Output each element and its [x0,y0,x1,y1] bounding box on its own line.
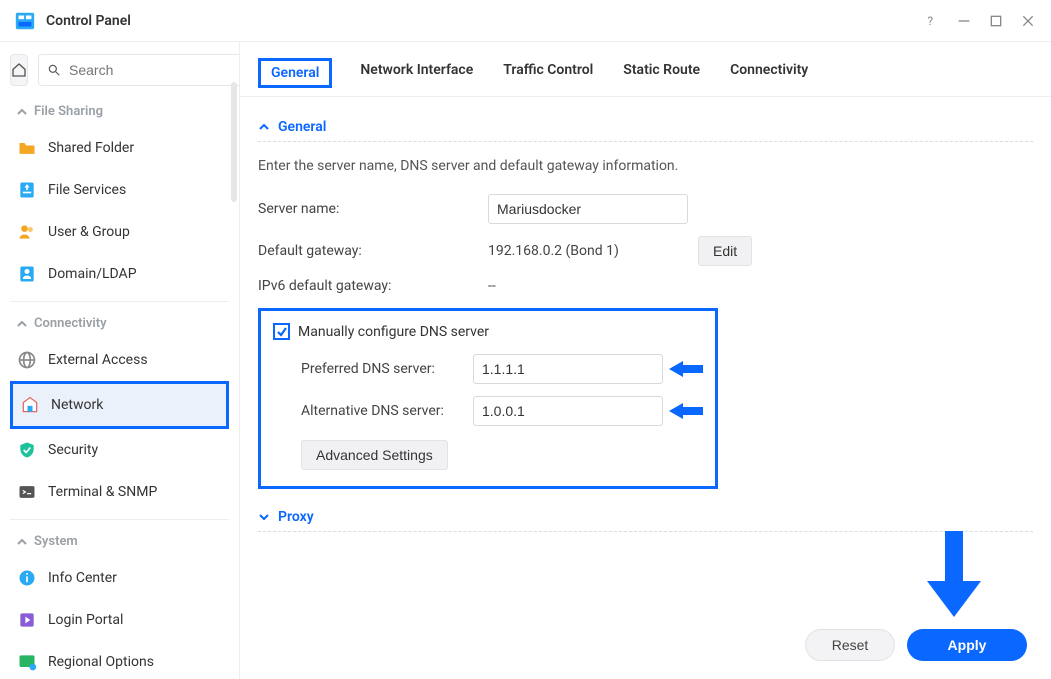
arrow-annotation-icon [927,531,981,621]
section-general-title: General [278,119,326,135]
tab-general[interactable]: General [258,58,332,88]
svg-text:?: ? [927,14,933,28]
edit-gateway-button[interactable]: Edit [698,236,752,266]
section-proxy-toggle[interactable]: Proxy [258,503,1033,532]
sidebar-item-security[interactable]: Security [10,429,229,471]
check-icon [276,326,288,338]
apply-button[interactable]: Apply [907,629,1027,661]
sidebar-item-label: File Services [48,182,126,198]
section-file-sharing[interactable]: File Sharing [10,96,229,127]
sidebar-scrollbar[interactable] [231,82,237,202]
app-icon [14,10,36,32]
row-ipv6-gateway: IPv6 default gateway: -- [258,272,1033,300]
help-icon[interactable]: ? [923,12,941,30]
row-preferred-dns: Preferred DNS server: [273,348,703,390]
server-name-input[interactable] [488,194,688,224]
sidebar-item-shared-folder[interactable]: Shared Folder [10,127,229,169]
section-proxy-title: Proxy [278,509,314,525]
sidebar-item-label: Security [48,442,98,458]
manual-dns-label: Manually configure DNS server [298,324,489,340]
tab-connectivity[interactable]: Connectivity [728,58,810,88]
server-name-label: Server name: [258,201,488,217]
section-general-toggle[interactable]: General [258,113,1033,142]
tab-network-interface[interactable]: Network Interface [358,58,475,88]
sidebar-item-label: Shared Folder [48,140,134,156]
chevron-down-icon [258,511,270,523]
section-system[interactable]: System [10,526,229,557]
terminal-icon [16,481,38,503]
sidebar-item-label: Network [51,397,103,413]
default-gateway-value: 192.168.0.2 (Bond 1) [488,243,688,259]
chevron-up-icon [16,536,28,548]
section-connectivity-label: Connectivity [34,316,107,331]
footer-actions: Reset Apply [240,615,1051,679]
sidebar: File Sharing Shared Folder File Services… [0,42,240,679]
sidebar-item-label: User & Group [48,224,130,240]
folder-icon [16,137,38,159]
sidebar-item-label: Regional Options [48,654,154,670]
regional-icon [16,651,38,673]
sidebar-item-label: Terminal & SNMP [48,484,157,500]
home-button[interactable] [10,54,28,86]
section-system-label: System [34,534,78,549]
default-gateway-label: Default gateway: [258,243,488,259]
sidebar-item-login-portal[interactable]: Login Portal [10,599,229,641]
sidebar-item-external-access[interactable]: External Access [10,339,229,381]
ipv6-gateway-value: -- [488,278,496,294]
sidebar-item-info-center[interactable]: Info Center [10,557,229,599]
sidebar-item-label: Login Portal [48,612,123,628]
sidebar-item-file-services[interactable]: File Services [10,169,229,211]
chevron-up-icon [258,121,270,133]
tab-traffic-control[interactable]: Traffic Control [501,58,595,88]
sidebar-item-domain-ldap[interactable]: Domain/LDAP [10,253,229,295]
sidebar-item-regional-options[interactable]: Regional Options [10,641,229,679]
globe-icon [16,349,38,371]
section-file-sharing-label: File Sharing [34,104,103,119]
row-alternative-dns: Alternative DNS server: [273,390,703,432]
search-field[interactable] [38,54,240,86]
general-description: Enter the server name, DNS server and de… [258,158,1033,174]
search-input[interactable] [67,61,240,79]
section-connectivity[interactable]: Connectivity [10,308,229,339]
network-icon [19,394,41,416]
search-icon [47,63,61,77]
arrow-annotation-icon [669,401,703,421]
window-title: Control Panel [46,13,131,29]
sidebar-item-network[interactable]: Network [10,381,229,429]
row-server-name: Server name: [258,188,1033,230]
advanced-settings-button[interactable]: Advanced Settings [301,440,448,470]
info-icon [16,567,38,589]
maximize-icon[interactable] [987,12,1005,30]
sidebar-item-user-group[interactable]: User & Group [10,211,229,253]
arrow-annotation-icon [669,359,703,379]
sidebar-item-label: Domain/LDAP [48,266,137,282]
user-group-icon [16,221,38,243]
manual-dns-checkbox[interactable] [273,323,290,340]
alternative-dns-label: Alternative DNS server: [301,403,473,419]
ipv6-gateway-label: IPv6 default gateway: [258,278,488,294]
dns-config-block: Manually configure DNS server Preferred … [258,308,718,489]
row-default-gateway: Default gateway: 192.168.0.2 (Bond 1) Ed… [258,230,1033,272]
chevron-up-icon [16,318,28,330]
home-icon [11,62,27,78]
sidebar-item-label: Info Center [48,570,117,586]
login-portal-icon [16,609,38,631]
preferred-dns-input[interactable] [473,354,663,384]
tab-static-route[interactable]: Static Route [621,58,702,88]
reset-button[interactable]: Reset [805,629,895,661]
manual-dns-checkbox-row[interactable]: Manually configure DNS server [273,323,703,340]
preferred-dns-label: Preferred DNS server: [301,361,473,377]
directory-icon [16,263,38,285]
tab-bar: General Network Interface Traffic Contro… [240,42,1051,97]
minimize-icon[interactable] [955,12,973,30]
sidebar-item-label: External Access [48,352,148,368]
alternative-dns-input[interactable] [473,396,663,426]
sidebar-item-terminal-snmp[interactable]: Terminal & SNMP [10,471,229,513]
close-icon[interactable] [1019,12,1037,30]
titlebar: Control Panel ? [0,0,1051,42]
chevron-up-icon [16,106,28,118]
shield-icon [16,439,38,461]
file-services-icon [16,179,38,201]
